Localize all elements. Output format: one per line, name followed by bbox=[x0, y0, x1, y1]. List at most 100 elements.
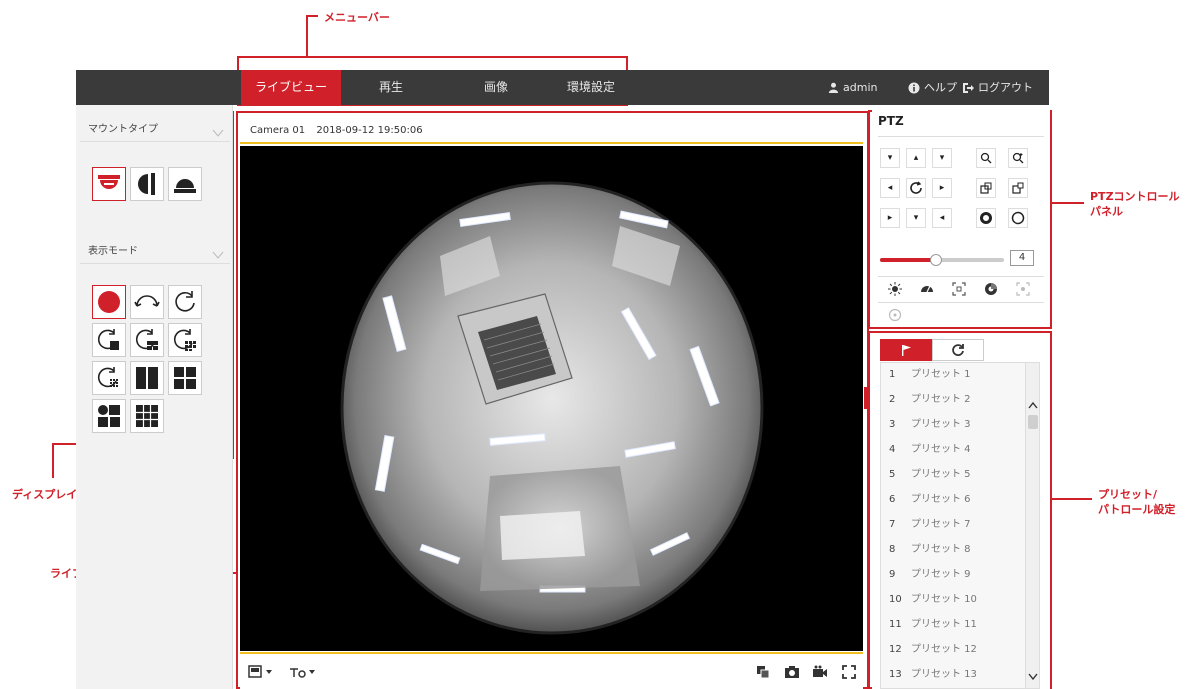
logout-link[interactable]: ログアウト bbox=[962, 70, 1033, 105]
ptz-left-button[interactable]: ◂ bbox=[880, 178, 900, 198]
list-item[interactable]: 2 プリセット 2 bbox=[881, 388, 1027, 411]
mount-wall-button[interactable] bbox=[130, 167, 164, 201]
wiper-button[interactable] bbox=[914, 280, 940, 298]
mode-split-9-button[interactable] bbox=[130, 399, 164, 433]
ptz-down-left-button[interactable]: ▸ bbox=[880, 208, 900, 228]
mount-type-header[interactable]: マウントタイプ bbox=[80, 118, 230, 142]
scroll-thumb[interactable] bbox=[1028, 415, 1038, 429]
capture-button[interactable] bbox=[784, 664, 800, 683]
preset-name: プリセット 11 bbox=[911, 619, 977, 630]
mount-ceiling-button[interactable] bbox=[92, 167, 126, 201]
preset-name: プリセット 4 bbox=[911, 444, 971, 455]
window-layout-button[interactable] bbox=[248, 664, 274, 683]
auto-rotate-icon bbox=[910, 181, 922, 194]
list-item[interactable]: 3 プリセット 3 bbox=[881, 413, 1027, 436]
mode-split-4-button[interactable] bbox=[168, 361, 202, 395]
tab-playback[interactable]: 再生 bbox=[341, 70, 441, 105]
ptz-down-button[interactable]: ▾ bbox=[906, 208, 926, 228]
zoom-out-button[interactable] bbox=[976, 148, 996, 168]
mode-fisheye-ptz-8-button[interactable] bbox=[92, 361, 126, 395]
tab-picture[interactable]: 画像 bbox=[441, 70, 551, 105]
3d-positioning-button[interactable] bbox=[882, 306, 908, 324]
lens-init-button[interactable] bbox=[978, 280, 1004, 298]
chevron-down-icon bbox=[212, 246, 224, 270]
camera-name: Camera 01 bbox=[250, 125, 306, 136]
record-button[interactable] bbox=[812, 664, 828, 683]
ptz-speed-thumb[interactable] bbox=[929, 254, 942, 266]
timestamp: 2018-09-12 19:50:06 bbox=[316, 125, 423, 136]
mode-panorama-button[interactable] bbox=[130, 285, 164, 319]
list-item[interactable]: 7 プリセット 7 bbox=[881, 513, 1027, 536]
ptz-up-left-button[interactable]: ▾ bbox=[880, 148, 900, 168]
list-item[interactable]: 13 プリセット 13 bbox=[881, 663, 1027, 686]
chevron-up-icon[interactable] bbox=[1028, 401, 1038, 409]
iris-close-button[interactable] bbox=[1008, 208, 1028, 228]
focus-near-icon bbox=[980, 182, 992, 194]
list-item[interactable]: 1 プリセット 1 bbox=[881, 363, 1027, 386]
list-item[interactable]: 9 プリセット 9 bbox=[881, 563, 1027, 586]
list-item[interactable]: 12 プリセット 12 bbox=[881, 638, 1027, 661]
tab-patrol[interactable] bbox=[932, 339, 984, 361]
stream-type-button[interactable] bbox=[288, 664, 316, 683]
list-item[interactable]: 11 プリセット 11 bbox=[881, 613, 1027, 636]
mode-fisheye-button[interactable] bbox=[92, 285, 126, 319]
ptz-right-button[interactable]: ▸ bbox=[932, 178, 952, 198]
preset-name: プリセット 6 bbox=[911, 494, 971, 505]
mode-360-panorama-button[interactable] bbox=[168, 285, 202, 319]
layout-icon bbox=[248, 665, 272, 678]
mode-fisheye-ptz-3-button[interactable] bbox=[168, 323, 202, 357]
chevron-down-icon[interactable] bbox=[1028, 673, 1038, 681]
manual-tracking-button[interactable] bbox=[1010, 280, 1036, 298]
list-item[interactable]: 8 プリセット 8 bbox=[881, 538, 1027, 561]
light-icon bbox=[888, 282, 902, 296]
panel-collapse-handle[interactable] bbox=[864, 387, 870, 409]
split-4-icon bbox=[174, 367, 196, 389]
live-view-window[interactable] bbox=[240, 146, 863, 651]
ptz-divider-2 bbox=[878, 276, 1044, 277]
ptz-control-panel: PTZ ▾ ▴ ▾ ◂ ▸ ▸ ▾ ◂ 4 bbox=[872, 110, 1050, 327]
list-item[interactable]: 4 プリセット 4 bbox=[881, 438, 1027, 461]
split-9-icon bbox=[136, 405, 158, 427]
auto-focus-button[interactable] bbox=[946, 280, 972, 298]
ptz-down-right-button[interactable]: ◂ bbox=[932, 208, 952, 228]
annotation-preset-line2: パトロール設定 bbox=[1098, 503, 1176, 516]
display-mode-header[interactable]: 表示モード bbox=[80, 240, 230, 264]
ptz-auto-button[interactable] bbox=[906, 178, 926, 198]
user-menu[interactable]: admin bbox=[828, 70, 877, 105]
info-icon bbox=[908, 82, 920, 94]
preset-number: 9 bbox=[889, 569, 896, 580]
mount-type-label: マウントタイプ bbox=[88, 124, 158, 135]
focus-near-button[interactable] bbox=[976, 178, 996, 198]
preset-scrollbar[interactable] bbox=[1025, 363, 1039, 688]
light-button[interactable] bbox=[882, 280, 908, 298]
mode-fisheye-ptz-1-button[interactable] bbox=[92, 323, 126, 357]
mount-table-button[interactable] bbox=[168, 167, 202, 201]
zoom-in-button[interactable] bbox=[1008, 148, 1028, 168]
ptz-up-button[interactable]: ▴ bbox=[906, 148, 926, 168]
split-2-icon bbox=[136, 367, 158, 389]
tab-configuration[interactable]: 環境設定 bbox=[551, 70, 631, 105]
mode-fisheye-ptz-2-button[interactable] bbox=[130, 323, 164, 357]
tab-preset[interactable] bbox=[880, 339, 932, 361]
preset-number: 4 bbox=[889, 444, 896, 455]
ptz-speed-slider[interactable] bbox=[880, 254, 1004, 266]
list-item[interactable]: 5 プリセット 5 bbox=[881, 463, 1027, 486]
mode-fisheye-split-button[interactable] bbox=[92, 399, 126, 433]
ptz-up-right-button[interactable]: ▾ bbox=[932, 148, 952, 168]
start-all-button[interactable] bbox=[756, 664, 770, 683]
annotation-preset-line1: プリセット/ bbox=[1098, 488, 1158, 501]
fullscreen-button[interactable] bbox=[842, 664, 856, 683]
focus-far-button[interactable] bbox=[1008, 178, 1028, 198]
arrow-down-left-icon: ▾ bbox=[887, 153, 893, 163]
iris-open-button[interactable] bbox=[976, 208, 996, 228]
stream-icon bbox=[290, 668, 315, 678]
zoom-in-icon bbox=[1012, 152, 1024, 164]
logout-icon bbox=[962, 82, 974, 94]
mode-split-2-button[interactable] bbox=[130, 361, 164, 395]
tab-live-view[interactable]: ライブビュー bbox=[241, 70, 341, 105]
fisheye-icon bbox=[98, 291, 120, 313]
ptz-divider bbox=[878, 136, 1044, 137]
list-item[interactable]: 10 プリセット 10 bbox=[881, 588, 1027, 611]
help-link[interactable]: ヘルプ bbox=[908, 70, 957, 105]
list-item[interactable]: 6 プリセット 6 bbox=[881, 488, 1027, 511]
